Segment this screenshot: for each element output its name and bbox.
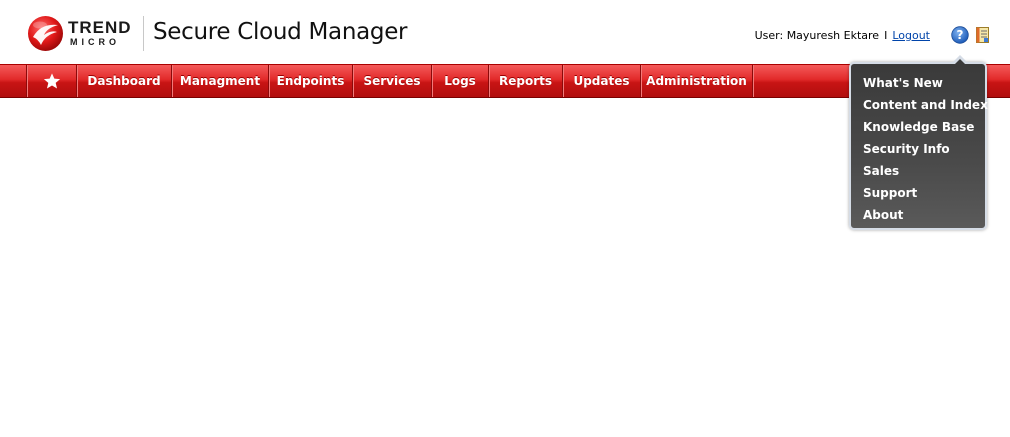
logo-divider — [143, 16, 144, 51]
nav-item-managment[interactable]: Managment — [172, 65, 269, 97]
nav-left-spacer — [0, 65, 27, 97]
nav-item-endpoints[interactable]: Endpoints — [269, 65, 353, 97]
logo-micro-text: MICRO — [70, 37, 120, 47]
trend-micro-ball-icon — [28, 16, 63, 51]
help-menu-item-whats-new[interactable]: What's New — [863, 72, 985, 94]
svg-text:?: ? — [957, 28, 964, 42]
help-icon[interactable]: ? — [951, 26, 969, 44]
nav-item-services[interactable]: Services — [353, 65, 432, 97]
header: TREND MICRO Secure Cloud Manager User: M… — [0, 0, 1010, 64]
menu-caret-inner — [954, 59, 966, 65]
product-title: Secure Cloud Manager — [153, 19, 408, 45]
nav-item-logs[interactable]: Logs — [432, 65, 489, 97]
logo-trend-text: TREND — [68, 18, 132, 37]
nav-item-dashboard[interactable]: Dashboard — [77, 65, 172, 97]
user-separator: I — [884, 29, 888, 42]
user-area: User: Mayuresh Ektare I Logout — [755, 29, 930, 43]
logout-link[interactable]: Logout — [892, 29, 930, 42]
nav-items: Dashboard Managment Endpoints Services L… — [27, 65, 753, 97]
nav-item-administration[interactable]: Administration — [641, 65, 753, 97]
document-icon[interactable] — [976, 27, 989, 43]
main-content-area — [0, 98, 1010, 437]
nav-item-reports[interactable]: Reports — [489, 65, 563, 97]
trend-micro-logo[interactable]: TREND MICRO — [27, 15, 137, 53]
star-icon — [43, 73, 60, 89]
nav-item-updates[interactable]: Updates — [563, 65, 641, 97]
user-label: User: Mayuresh Ektare — [754, 29, 880, 42]
nav-home-button[interactable] — [27, 65, 77, 97]
